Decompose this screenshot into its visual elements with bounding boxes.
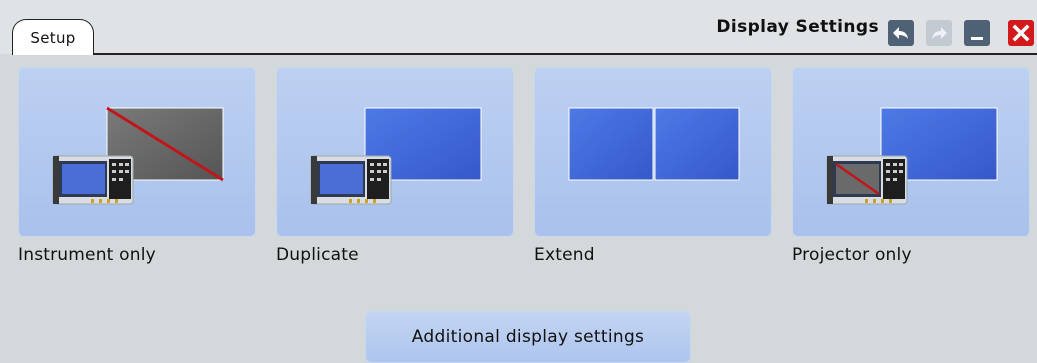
option-extend[interactable] [534,67,772,237]
undo-icon [893,27,908,39]
option-label-extend: Extend [534,245,595,265]
duplicate-display-icon [310,107,482,205]
redo-button[interactable] [926,20,952,46]
option-instrument-only[interactable] [18,67,256,237]
option-duplicate[interactable] [276,67,514,237]
option-label-duplicate: Duplicate [276,245,359,265]
instrument-only-icon [52,106,224,205]
option-label-projector-only: Projector only [792,245,912,265]
dialog-title: Display Settings [716,17,879,37]
close-icon [1012,24,1030,42]
tab-strip [0,0,1037,54]
tab-setup-label: Setup [30,28,76,47]
projector-only-icon [826,107,998,205]
tab-setup[interactable]: Setup [12,19,94,55]
undo-button[interactable] [888,20,914,46]
minimize-icon [971,37,983,40]
extend-display-icon [568,107,740,181]
additional-display-settings-label: Additional display settings [411,327,645,347]
option-label-instrument-only: Instrument only [18,245,156,265]
additional-display-settings-button[interactable]: Additional display settings [365,311,691,363]
minimize-button[interactable] [964,20,990,46]
redo-icon [932,27,947,39]
option-projector-only[interactable] [792,67,1030,237]
close-button[interactable] [1008,20,1034,46]
tab-divider [93,53,1037,55]
